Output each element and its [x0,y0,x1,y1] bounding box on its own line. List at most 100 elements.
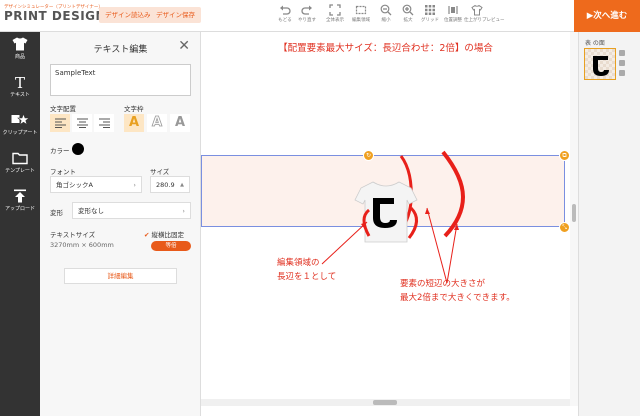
rotate-handle[interactable]: ↻ [363,150,374,161]
app-logo[interactable]: デザインシミュレーター（プリントデザイナー） PRINT DESIGNER [4,4,125,23]
text-frame-label: 文字枠 [124,105,144,113]
align-left-button[interactable] [50,114,70,132]
next-step-button[interactable]: ▶次へ進む [574,0,640,32]
vertical-scroll-thumb[interactable] [572,204,576,222]
font-select[interactable]: 角ゴシックA › [50,176,142,193]
edit-area-label: 編集領域 [352,18,370,23]
front-side-tab[interactable]: 表 の面 [585,38,605,47]
clipart-icon [11,113,29,126]
font-select-value: 角ゴシックA [56,181,93,189]
copy-handle[interactable]: ⧉ [559,150,570,161]
redo-button[interactable]: やり直す [294,4,320,30]
tshirt-mockup [354,181,418,243]
chevron-right-icon: › [182,207,185,215]
note-left-line-2: 長辺を１として [277,272,337,282]
design-illustration [321,150,466,284]
sidebar-item-text[interactable]: T テキスト [0,70,40,108]
sidebar-item-clipart[interactable]: クリップアート [0,108,40,146]
color-swatch[interactable] [72,143,84,155]
align-left-icon [54,118,66,128]
align-adjust-icon [448,6,458,14]
resize-handle[interactable]: ⤡ [559,222,570,233]
grid-icon [425,5,435,15]
side-preview-panel: 表 の面 [578,32,640,416]
edit-area-icon [355,5,367,15]
fit-all-button[interactable]: 全体表示 [322,4,348,30]
stepper-arrows-icon: ▲ [180,182,184,188]
checkmark-icon: ✔ [144,231,150,239]
sidebar-label-upload: アップロード [4,206,35,212]
thumbnail-actions [619,50,627,80]
sidebar-item-product[interactable]: 商品 [0,32,40,70]
frame-none-button[interactable]: A [124,114,144,132]
frame-shadow-button[interactable]: A [170,114,190,132]
sidebar-item-template[interactable]: テンプレート [0,146,40,184]
redo-icon [301,5,312,15]
edit-area-button[interactable]: 編集領域 [348,4,374,30]
redo-label: やり直す [298,18,316,23]
text-align-group [50,114,116,132]
note-right-line-1: 要素の短辺の大きさが [400,279,486,289]
frame-outline-button[interactable]: A [147,114,167,132]
note-left: 編集領域の 長辺を１として [277,256,336,284]
top-bar: デザインシミュレーター（プリントデザイナー） PRINT DESIGNER デザ… [0,0,640,32]
save-design-button[interactable]: デザイン保存 [150,7,201,23]
sidebar-item-upload[interactable]: アップロード [0,184,40,222]
text-edit-panel: テキスト編集 ✕ SampleText 文字配置 文字枠 A A A カラー フ… [40,32,201,416]
sidebar-label-text: テキスト [10,92,30,98]
svg-text:T: T [15,75,25,89]
panel-title: テキスト編集 [93,45,148,55]
zoom-out-icon [380,4,392,16]
sidebar-label-template: テンプレート [5,168,35,174]
sidebar-label-clipart: クリップアート [2,130,38,136]
preview-button[interactable]: 仕上がりプレビュー [464,4,505,30]
align-center-button[interactable] [72,114,92,132]
keep-ratio-checkbox[interactable]: ✔ 縦横比固定 [144,229,184,239]
load-design-button[interactable]: デザイン読込み [99,7,157,23]
trash-icon[interactable] [619,70,625,76]
note-right-line-2: 最大2倍まで大きくできます。 [400,293,515,303]
text-size-label: テキストサイズ [50,231,96,239]
tshirt-icon [12,37,28,51]
zoom-in-icon [402,4,414,16]
ratio-badge[interactable]: 等倍 [151,241,191,251]
align-center-icon [76,118,88,128]
fit-all-label: 全体表示 [326,18,344,23]
vertical-scrollbar[interactable] [570,32,578,406]
keep-ratio-label: 縦横比固定 [151,231,184,239]
text-align-label: 文字配置 [50,105,76,113]
main-sidebar: 商品 T テキスト クリップアート テンプレート アップロード [0,32,40,416]
horizontal-scroll-thumb[interactable] [373,400,397,405]
front-side-thumbnail[interactable] [584,48,616,80]
font-label: フォント [50,168,76,176]
text-icon: T [15,75,25,89]
align-tool-label: 位置調整 [444,18,462,23]
upload-icon [14,189,26,203]
transform-label: 変形 [50,209,63,217]
detail-edit-button[interactable]: 詳細編集 [64,268,177,284]
note-right: 要素の短辺の大きさが 最大2倍まで大きくできます。 [400,277,515,305]
color-label: カラー [50,147,70,155]
preview-label: 仕上がりプレビュー [464,18,505,23]
text-size-value: 3270mm × 600mm [50,241,114,249]
folder-icon [12,152,28,165]
align-tool-button[interactable]: 位置調整 [440,4,466,30]
lock-icon[interactable] [619,50,625,56]
logo-title: PRINT DESIGNER [4,9,125,23]
transform-select[interactable]: 変形なし › [72,202,191,219]
text-input[interactable]: SampleText [50,64,191,96]
red-arc-large [441,150,466,238]
fit-screen-icon [329,4,341,16]
preview-tshirt-icon [471,4,483,16]
text-frame-group: A A A [124,114,193,132]
design-canvas[interactable]: 【配置要素最大サイズ：長辺合わせ：2倍】の場合 ↻ ⧉ ⤡ 編集領域の 長辺を１… [201,32,570,406]
align-right-button[interactable] [94,114,114,132]
horizontal-scrollbar[interactable] [201,399,570,406]
size-label: サイズ [150,168,170,176]
arrow-mid [426,207,448,284]
close-icon[interactable]: ✕ [178,39,190,53]
layer-icon[interactable] [619,60,625,66]
note-left-line-1: 編集領域の [277,258,320,268]
sidebar-label-product: 商品 [14,54,25,60]
size-stepper[interactable]: 280.9 ▲ [150,176,190,193]
